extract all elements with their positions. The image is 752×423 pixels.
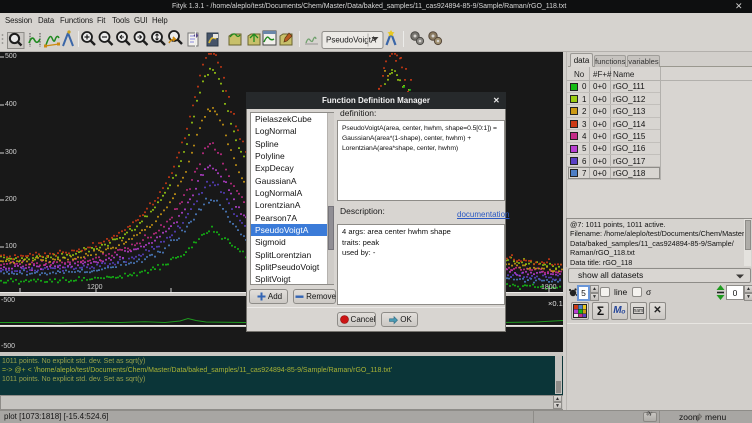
svg-text:PseudoVoigtA: PseudoVoigtA: [326, 36, 377, 45]
